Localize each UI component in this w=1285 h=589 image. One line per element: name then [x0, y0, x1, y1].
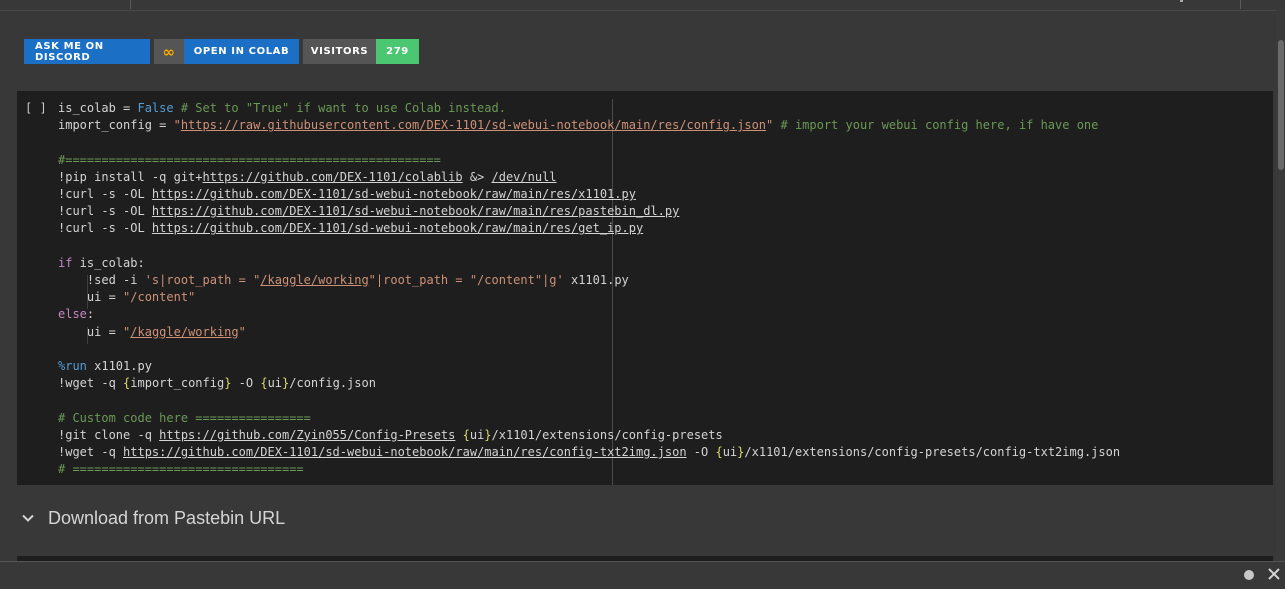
badge-row: ASK ME ON DISCORD ∞ OPEN IN COLAB VISITO… — [24, 39, 419, 64]
chevron-down-icon[interactable] — [19, 509, 37, 527]
visitors-badge-label: VISITORS — [303, 39, 376, 64]
colab-logo-icon[interactable]: ∞ — [154, 39, 184, 64]
status-dot-icon[interactable] — [1244, 570, 1254, 580]
bottom-bar — [0, 561, 1285, 589]
open-in-colab-badge[interactable]: OPEN IN COLAB — [184, 39, 299, 64]
visitors-badge-count: 279 — [376, 39, 419, 64]
top-bar-divider — [1240, 0, 1241, 9]
top-bar-marker — [1180, 0, 1183, 2]
close-icon[interactable] — [1266, 566, 1282, 582]
section-title: Download from Pastebin URL — [48, 507, 286, 528]
discord-badge[interactable]: ASK ME ON DISCORD — [24, 39, 150, 64]
code-editor[interactable]: is_colab = False # Set to "True" if want… — [58, 100, 1120, 478]
scrollbar-thumb[interactable] — [1278, 40, 1284, 170]
collapsible-section-header[interactable]: Download from Pastebin URL — [17, 500, 1273, 536]
vertical-scrollbar[interactable] — [1276, 10, 1285, 561]
run-cell-button[interactable]: [ ] — [25, 101, 47, 115]
top-bar-divider — [130, 0, 131, 9]
code-cell[interactable]: [ ] is_colab = False # Set to "True" if … — [17, 91, 1273, 485]
top-bar — [0, 0, 1285, 11]
